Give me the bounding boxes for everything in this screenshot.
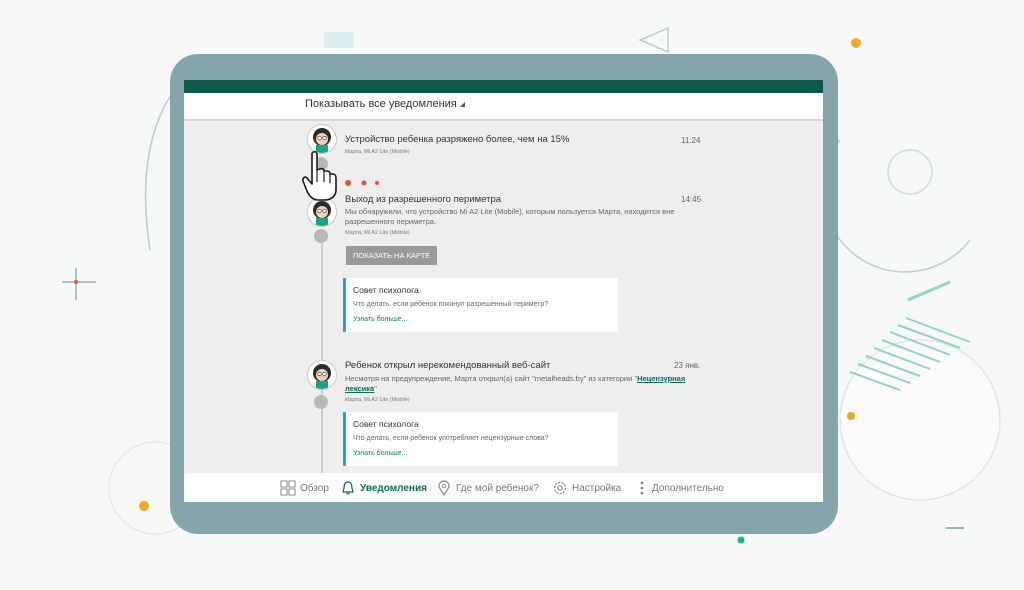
notification-body: Мы обнаружили, что устройство Mi A2 Lite… [345,207,675,226]
nav-overview[interactable]: Обзор [280,480,329,496]
tip-title: Совет психолога [353,285,419,295]
nav-more[interactable]: Дополнительно [636,480,724,496]
notification-body: Несмотря на предупреждение, Марта открыл… [345,374,705,394]
notification-device: Марта, Mi A2 Lite (Mobile) [345,397,410,403]
notification-title: Устройство ребенка разряжено более, чем … [345,134,570,145]
notification-time: 23 янв. [674,361,701,370]
bell-icon [342,481,354,495]
filter-label: Показывать все уведомления [305,98,457,110]
learn-more-link[interactable]: Узнать больше... [353,316,408,323]
nav-notifications-label: Уведомления [360,482,427,494]
nav-notifications[interactable]: Уведомления [340,480,427,496]
app-header [184,80,823,93]
notification-time: 11:24 [681,136,701,145]
body-text: Несмотря на предупреждение, Марта открыл… [345,374,638,383]
psychologist-tip-card: Совет психолога Что делать, если ребенок… [343,412,618,466]
filter-bar: Показывать все уведомления [184,93,823,121]
map-pin-icon [438,480,450,496]
notifications-feed: Устройство ребенка разряжено более, чем … [184,121,823,473]
child-avatar [307,360,337,390]
notification-device: Марта, Mi A2 Lite (Mobile) [345,149,410,155]
nav-more-label: Дополнительно [652,482,724,494]
tip-title: Совет психолога [353,419,419,429]
psychologist-tip-card: Совет психолога Что делать, если ребенок… [343,278,618,332]
show-on-map-button[interactable]: ПОКАЗАТЬ НА КАРТЕ [346,246,438,265]
loading-dots [345,180,379,186]
learn-more-link[interactable]: Узнать больше... [353,450,408,457]
notification-title: Ребенок открыл нерекомендованный веб-сай… [345,360,551,371]
grid-icon [280,480,296,496]
chevron-down-icon [459,102,465,107]
tip-text: Что делать, если ребенок употребляет нец… [353,435,549,442]
bottom-navigation: Обзор Уведомления Где мой ребенок? Настр… [184,473,823,502]
notifications-filter-dropdown[interactable]: Показывать все уведомления [305,98,465,110]
hand-pointer-icon [302,150,337,201]
timeline-line [321,241,323,473]
location-share-icon [314,229,328,243]
notification-time: 14:45 [681,195,702,204]
nav-where-label: Где мой ребенок? [456,482,539,494]
nav-where-is-child[interactable]: Где мой ребенок? [436,480,539,496]
body-text-end: " [374,384,377,393]
tip-text: Что делать, если ребенок покинул разреше… [353,301,549,308]
globe-icon [314,395,328,409]
nav-overview-label: Обзор [300,482,329,494]
notification-device: Марта, Mi A2 Lite (Mobile) [345,230,410,236]
app-screen: Показывать все уведомления Устройство ре… [184,80,823,502]
more-vertical-icon [640,481,644,495]
nav-settings[interactable]: Настройка [552,480,621,496]
notification-title: Выход из разрешенного периметра [345,194,502,205]
nav-settings-label: Настройка [572,482,622,494]
gear-icon [553,481,567,495]
